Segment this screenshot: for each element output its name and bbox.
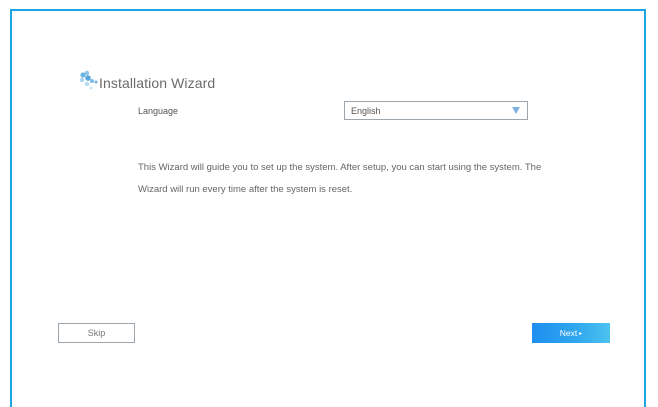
language-selected-value: English: [351, 106, 381, 116]
wizard-window: [10, 9, 646, 407]
next-button-label: Next: [559, 328, 578, 338]
skip-button[interactable]: Skip: [58, 323, 135, 343]
next-arrow-icon: ▸: [579, 331, 583, 337]
wizard-description: This Wizard will guide you to set up the…: [138, 162, 542, 195]
language-label: Language: [138, 106, 179, 116]
dropdown-arrow-icon: [512, 107, 520, 114]
wizard-title: Installation Wizard: [99, 75, 216, 91]
next-button[interactable]: Next ▸: [532, 323, 610, 343]
language-dropdown[interactable]: English: [344, 101, 528, 120]
skip-button-label: Skip: [87, 328, 106, 338]
